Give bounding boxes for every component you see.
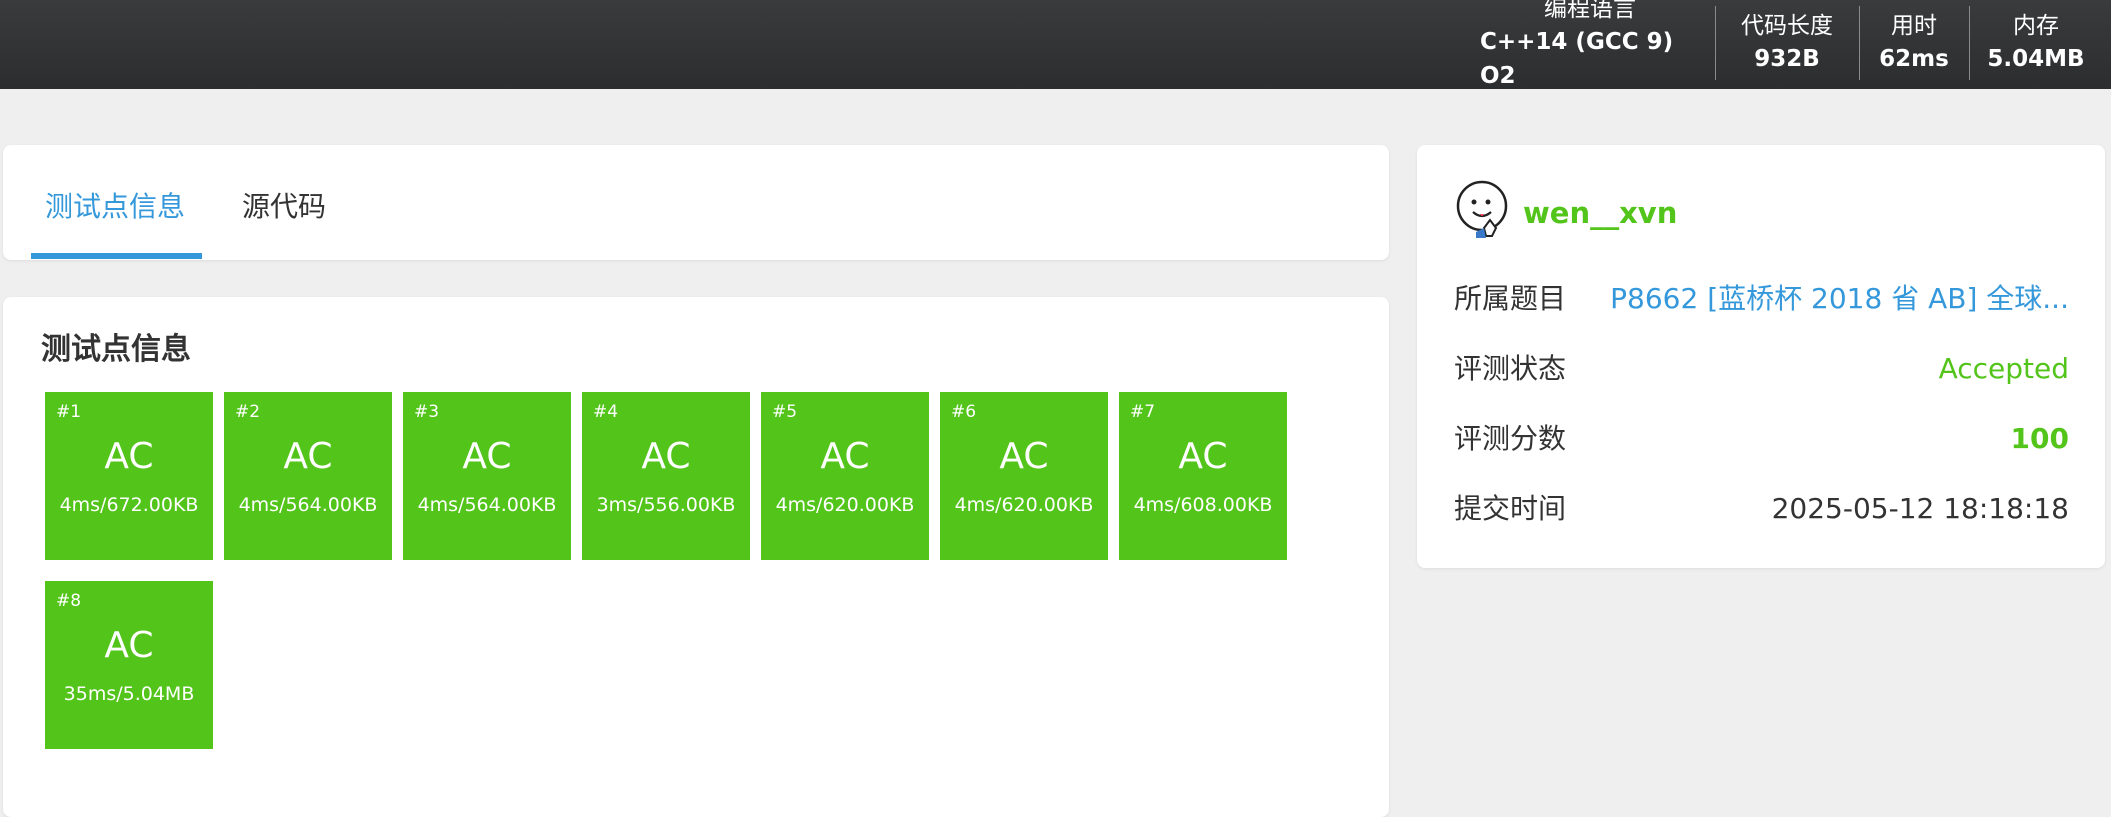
score-value: 100 <box>2010 422 2069 455</box>
test-case-7[interactable]: #7 AC 4ms/608.00KB <box>1119 392 1287 560</box>
test-case-status: AC <box>641 436 691 477</box>
stat-memory-label: 内存 <box>2013 13 2059 39</box>
username-link[interactable]: wen__xvn <box>1523 193 1677 233</box>
tab-source-code[interactable]: 源代码 <box>242 187 326 227</box>
test-case-status: AC <box>999 436 1049 477</box>
tabs-card: 测试点信息 源代码 <box>3 145 1389 260</box>
test-case-4[interactable]: #4 AC 3ms/556.00KB <box>582 392 750 560</box>
score-label: 评测分数 <box>1454 422 1567 455</box>
stat-memory: 内存 5.04MB <box>1976 6 2096 80</box>
submit-time-label: 提交时间 <box>1454 492 1567 525</box>
test-case-result: 4ms/672.00KB <box>59 494 199 516</box>
test-case-status: AC <box>104 436 154 477</box>
test-case-result: 4ms/620.00KB <box>775 494 915 516</box>
test-case-result: 3ms/556.00KB <box>596 494 736 516</box>
test-cases-card: 测试点信息 #1 AC 4ms/672.00KB #2 AC 4ms/564.0… <box>3 297 1389 817</box>
status-value: Accepted <box>1938 352 2069 385</box>
test-case-result: 4ms/564.00KB <box>238 494 378 516</box>
test-case-number: #5 <box>772 402 798 422</box>
smiley-avatar-icon[interactable] <box>1454 180 1510 240</box>
divider <box>1859 6 1860 80</box>
test-case-result: 4ms/608.00KB <box>1133 494 1273 516</box>
divider <box>1715 6 1716 80</box>
test-case-number: #6 <box>951 402 977 422</box>
stat-time-value: 62ms <box>1879 46 1949 72</box>
test-case-6[interactable]: #6 AC 4ms/620.00KB <box>940 392 1108 560</box>
test-case-result: 4ms/564.00KB <box>417 494 557 516</box>
stat-time-label: 用时 <box>1891 13 1937 39</box>
test-case-number: #3 <box>414 402 440 422</box>
test-case-number: #1 <box>56 402 82 422</box>
submit-time-value: 2025-05-12 18:18:18 <box>1771 492 2069 525</box>
stat-language-label: 编程语言 <box>1544 0 1636 22</box>
test-case-status: AC <box>283 436 333 477</box>
test-case-1[interactable]: #1 AC 4ms/672.00KB <box>45 392 213 560</box>
stat-code-length: 代码长度 932B <box>1722 6 1852 80</box>
test-case-number: #4 <box>593 402 619 422</box>
problem-label: 所属题目 <box>1454 282 1567 315</box>
test-case-status: AC <box>104 625 154 666</box>
test-case-3[interactable]: #3 AC 4ms/564.00KB <box>403 392 571 560</box>
tab-test-info[interactable]: 测试点信息 <box>45 187 185 227</box>
test-case-2[interactable]: #2 AC 4ms/564.00KB <box>224 392 392 560</box>
test-case-5[interactable]: #5 AC 4ms/620.00KB <box>761 392 929 560</box>
submission-info-card: wen__xvn 所属题目 P8662 [蓝桥杯 2018 省 AB] 全球..… <box>1417 145 2105 568</box>
section-title: 测试点信息 <box>41 332 191 367</box>
test-case-result: 35ms/5.04MB <box>63 683 195 705</box>
problem-link[interactable]: P8662 [蓝桥杯 2018 省 AB] 全球... <box>1610 279 2069 319</box>
test-case-number: #8 <box>56 591 82 611</box>
test-case-status: AC <box>462 436 512 477</box>
test-case-number: #2 <box>235 402 261 422</box>
active-tab-indicator <box>31 253 202 259</box>
test-case-result: 4ms/620.00KB <box>954 494 1094 516</box>
stat-memory-value: 5.04MB <box>1987 46 2085 72</box>
top-bar: 编程语言 C++14 (GCC 9) O2 代码长度 932B 用时 62ms … <box>0 0 2111 89</box>
divider <box>1969 6 1970 80</box>
stat-code-length-label: 代码长度 <box>1741 13 1833 39</box>
stat-language: 编程语言 C++14 (GCC 9) O2 <box>1480 0 1700 89</box>
test-case-status: AC <box>820 436 870 477</box>
stat-code-length-value: 932B <box>1754 46 1820 72</box>
status-label: 评测状态 <box>1454 352 1567 385</box>
test-case-status: AC <box>1178 436 1228 477</box>
test-case-number: #7 <box>1130 402 1156 422</box>
stat-time: 用时 62ms <box>1866 6 1962 80</box>
stat-language-value: C++14 (GCC 9) O2 <box>1480 29 1674 89</box>
test-case-8[interactable]: #8 AC 35ms/5.04MB <box>45 581 213 749</box>
